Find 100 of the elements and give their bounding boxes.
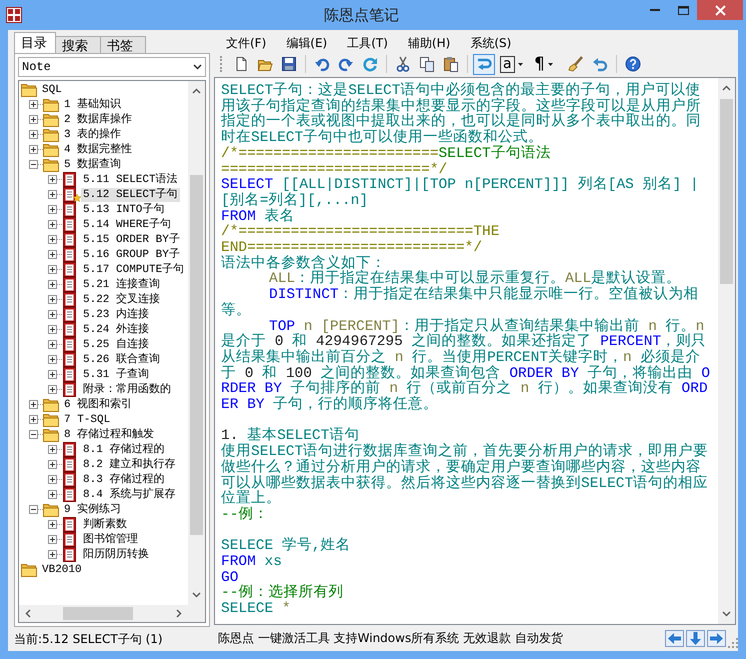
horizontal-scrollbar[interactable] (19, 605, 205, 622)
tree-item[interactable]: 5.11 SELECT语法 (81, 172, 180, 186)
expand-toggle[interactable] (29, 415, 38, 424)
tree-item[interactable]: 附录：常用函数的 (81, 382, 173, 396)
expand-toggle[interactable] (48, 310, 57, 319)
expand-toggle[interactable] (48, 250, 57, 259)
tree-item[interactable]: 3 表的操作 (62, 128, 124, 142)
tree-item[interactable]: 5.26 联合查询 (81, 352, 162, 366)
window-title: 陈恩点笔记 (323, 5, 400, 26)
tree-item[interactable]: 5.12 SELECT子句 (81, 188, 180, 202)
expand-toggle[interactable] (29, 115, 38, 124)
tree-item[interactable]: SQL (40, 82, 64, 96)
tree-item[interactable]: 阳历阴历转换 (81, 548, 151, 562)
folder-icon (43, 412, 59, 427)
format-button[interactable]: a (497, 54, 529, 74)
tree-item[interactable]: 1 基础知识 (62, 98, 124, 112)
expand-toggle[interactable] (48, 280, 57, 289)
tree-item[interactable]: 5.16 GROUP BY子 (81, 248, 182, 262)
vertical-scrollbar[interactable] (188, 81, 205, 605)
tree-item[interactable]: 6 视图和索引 (62, 398, 134, 412)
tree-item[interactable]: 8.1 存储过程的 (81, 442, 166, 456)
expand-toggle[interactable] (29, 430, 38, 439)
note-editor[interactable] (214, 77, 736, 625)
expand-toggle[interactable] (48, 355, 57, 364)
tab[interactable]: 目录 (14, 32, 56, 53)
menu-item[interactable]: 辅助(H) (400, 34, 458, 52)
tree-item[interactable]: 8.3 存储过程的 (81, 472, 166, 486)
tree-item[interactable]: 5.21 连接查询 (81, 278, 162, 292)
tree-item[interactable]: 5.15 ORDER BY子 (81, 232, 182, 246)
expand-toggle[interactable] (48, 475, 57, 484)
folder-icon (43, 142, 59, 157)
expand-toggle[interactable] (48, 220, 57, 229)
expand-toggle[interactable] (48, 370, 57, 379)
editor-line: FROM xs (221, 555, 283, 571)
tree-item[interactable]: 8.4 系统与扩展存 (81, 488, 178, 502)
expand-toggle[interactable] (29, 505, 38, 514)
folder-icon (21, 562, 37, 577)
tree-item[interactable]: 5.25 自连接 (81, 338, 152, 352)
expand-toggle[interactable] (29, 145, 38, 154)
tree-item[interactable]: 5.17 COMPUTE子句 (81, 262, 186, 276)
tree-item[interactable]: 判断素数 (81, 518, 129, 532)
notepad-icon (62, 262, 78, 277)
tree-item[interactable]: 5.24 外连接 (81, 322, 152, 336)
tree-item[interactable]: 5.14 WHERE子句 (81, 218, 174, 232)
tree-item[interactable]: VB2010 (40, 562, 84, 576)
folder-icon (43, 397, 59, 412)
expand-toggle[interactable] (48, 295, 57, 304)
tree-item[interactable]: 5 数据查询 (62, 158, 124, 172)
tree-item[interactable]: 4 数据完整性 (62, 142, 134, 156)
editor-line: SELECE 学号,姓名 (221, 539, 352, 555)
expand-toggle[interactable] (48, 265, 57, 274)
tree-item[interactable]: 8.2 建立和执行存 (81, 458, 178, 472)
menu-item[interactable]: 编辑(E) (278, 34, 336, 52)
tree-item[interactable]: 5.22 交叉连接 (81, 292, 162, 306)
notebook-dropdown[interactable]: Note (18, 57, 206, 77)
expand-toggle[interactable] (48, 490, 57, 499)
expand-toggle[interactable] (48, 445, 57, 454)
tree-item[interactable]: 9 实例练习 (62, 502, 124, 516)
format-button[interactable]: ¶ (531, 54, 563, 74)
word-wrap-button[interactable] (473, 54, 495, 74)
vertical-scrollbar[interactable] (718, 78, 735, 624)
menu-item[interactable]: 文件(F) (218, 34, 274, 52)
notepad-icon (62, 367, 78, 382)
expand-toggle[interactable] (48, 460, 57, 469)
tree-item[interactable]: 5.31 子查询 (81, 368, 152, 382)
tab[interactable]: 书签 (100, 36, 146, 53)
tab[interactable]: 搜索 (55, 36, 101, 53)
resize-grip[interactable] (728, 638, 738, 648)
right-arrow-button[interactable] (707, 630, 726, 646)
menu-item[interactable]: 工具(T) (339, 34, 396, 52)
folder-icon (43, 127, 59, 142)
tree-item[interactable]: 5.13 INTO子句 (81, 202, 166, 216)
tree-item[interactable]: 8 存储过程和触发 (62, 428, 156, 442)
expand-toggle[interactable] (48, 520, 57, 529)
tree-item[interactable]: 2 数据库操作 (62, 112, 134, 126)
down-arrow-button[interactable] (686, 630, 705, 646)
editor-line: SELECE * (221, 602, 292, 618)
expand-toggle[interactable] (48, 340, 57, 349)
left-arrow-button[interactable] (665, 630, 684, 646)
expand-toggle[interactable] (48, 190, 57, 199)
expand-toggle[interactable] (48, 205, 57, 214)
scroll-down-icon (192, 592, 201, 598)
curved-arrow-icon (592, 56, 608, 72)
expand-toggle[interactable] (48, 175, 57, 184)
tree-item[interactable]: 5.23 内连接 (81, 308, 152, 322)
expand-toggle[interactable] (29, 100, 38, 109)
expand-toggle[interactable] (29, 160, 38, 169)
expand-toggle[interactable] (48, 325, 57, 334)
left-arrow-icon (668, 632, 681, 644)
expand-toggle[interactable] (48, 235, 57, 244)
tree-item[interactable]: 图书馆管理 (81, 532, 140, 546)
expand-toggle[interactable] (48, 535, 57, 544)
expand-toggle[interactable] (48, 550, 57, 559)
expand-toggle[interactable] (48, 385, 57, 394)
expand-toggle[interactable] (29, 130, 38, 139)
tree-item[interactable]: 7 T-SQL (62, 412, 112, 426)
notepad-icon (62, 547, 78, 562)
close-button[interactable] (697, 0, 743, 20)
menu-item[interactable]: 系统(S) (462, 34, 520, 52)
expand-toggle[interactable] (29, 400, 38, 409)
